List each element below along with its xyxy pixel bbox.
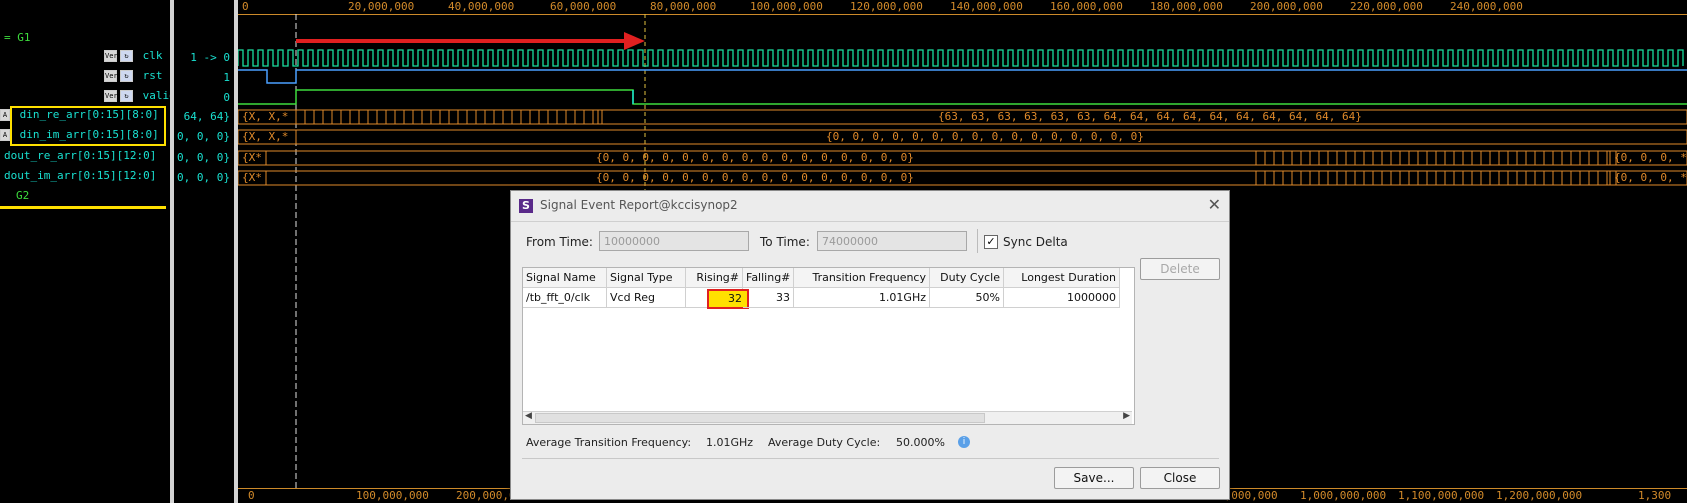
signal-name-pane: = G1 Ver ↻ clk Ver ↻ rst Ver ↻ valid A din_… — [0, 0, 176, 503]
verilog-icon: Ver — [104, 70, 118, 82]
register-icon: ↻ — [120, 50, 133, 62]
dout-re-start: {X* — [242, 151, 262, 164]
from-time-label: From Time: — [526, 235, 593, 249]
analog-icon: A — [0, 129, 10, 141]
signal-dout-im[interactable]: dout_im_arr[0:15][12:0] — [4, 169, 156, 187]
signal-clk-label: clk — [142, 49, 163, 62]
signal-dout-re[interactable]: dout_re_arr[0:15][12:0] — [4, 149, 156, 167]
value-valid: 0 — [223, 91, 230, 104]
close-icon[interactable]: ✕ — [1208, 195, 1221, 214]
sync-delta-checkbox[interactable]: ✓ — [984, 235, 998, 249]
close-button[interactable]: Close — [1140, 467, 1220, 489]
valid-wave — [238, 89, 1687, 105]
analog-icon: A — [0, 109, 10, 121]
from-time-input[interactable]: 10000000 — [599, 231, 749, 251]
signal-din-re-label: din_re_arr[0:15][8:0] — [19, 108, 159, 121]
group-g2[interactable]: G2 — [16, 189, 29, 207]
separator — [977, 229, 978, 253]
signal-value-pane: 1 -> 0 1 0 64, 64} 0, 0, 0} 0, 0, 0} 0, … — [174, 0, 234, 503]
col-longest-duration[interactable]: Longest Duration — [1004, 268, 1120, 288]
cell-signal-type[interactable]: Vcd Reg — [607, 288, 686, 308]
footer-divider — [522, 458, 1219, 459]
cell-duty-cycle[interactable]: 50% — [930, 288, 1004, 308]
col-signal-type[interactable]: Signal Type — [607, 268, 686, 288]
col-falling[interactable]: Falling# — [743, 268, 794, 288]
signal-din-re[interactable]: A din_re_arr[0:15][8:0] — [0, 108, 159, 126]
verilog-icon: Ver — [104, 90, 118, 102]
info-icon[interactable]: i — [958, 436, 970, 448]
scroll-left-icon[interactable]: ◀ — [525, 411, 532, 421]
dout-re-value: {0, 0, 0, 0, 0, 0, 0, 0, 0, 0, 0, 0, 0, … — [596, 151, 914, 164]
cell-signal-name[interactable]: /tb_fft_0/clk — [523, 288, 607, 308]
group-divider — [0, 206, 166, 209]
din-im-start: {X, X,* — [242, 130, 289, 143]
signal-dout-im-label: dout_im_arr[0:15][12:0] — [4, 169, 157, 182]
signal-event-report-dialog: S Signal Event Report@kccisynop2 ✕ From … — [510, 190, 1230, 500]
to-time-label: To Time: — [760, 235, 810, 249]
register-icon: ↻ — [120, 70, 133, 82]
cell-falling[interactable]: 33 — [743, 288, 794, 308]
avg-duty-value: 50.000% — [896, 436, 945, 449]
dialog-titlebar[interactable]: S Signal Event Report@kccisynop2 ✕ — [511, 191, 1229, 222]
avg-freq-label: Average Transition Frequency: — [526, 436, 692, 449]
din-re-value: {63, 63, 63, 63, 63, 63, 64, 64, 64, 64,… — [938, 110, 1362, 123]
value-clk: 1 -> 0 — [190, 51, 230, 64]
signal-clk[interactable]: Ver ↻ clk — [104, 49, 163, 67]
cell-longest-duration[interactable]: 1000000 — [1004, 288, 1120, 308]
sync-delta-label: Sync Delta — [1003, 235, 1068, 249]
value-rst: 1 — [223, 71, 230, 84]
rst-wave — [238, 69, 1687, 84]
app-logo-icon: S — [519, 199, 533, 213]
group-g1[interactable]: = G1 — [4, 31, 31, 49]
verilog-icon: Ver — [104, 50, 118, 62]
value-dout-re: 0, 0, 0} — [177, 151, 230, 164]
col-signal-name[interactable]: Signal Name — [523, 268, 607, 288]
group-g1-label: G1 — [17, 31, 31, 44]
col-duty-cycle[interactable]: Duty Cycle — [930, 268, 1004, 288]
col-transition-frequency[interactable]: Transition Frequency — [794, 268, 930, 288]
signal-din-im-label: din_im_arr[0:15][8:0] — [19, 128, 159, 141]
cell-rising[interactable]: 32 — [686, 288, 749, 309]
signal-din-im[interactable]: A din_im_arr[0:15][8:0] — [0, 128, 159, 146]
value-din-im: 0, 0, 0} — [177, 130, 230, 143]
signal-valid[interactable]: Ver ↻ valid — [104, 89, 176, 107]
dout-im-start: {X* — [242, 171, 262, 184]
to-time-input[interactable]: 74000000 — [817, 231, 967, 251]
din-re-start: {X, X,* — [242, 110, 289, 123]
signal-dout-re-label: dout_re_arr[0:15][12:0] — [4, 149, 157, 162]
dialog-title: Signal Event Report@kccisynop2 — [540, 198, 738, 212]
dout-im-tail: {0, 0, 0, * — [1614, 171, 1687, 184]
clk-wave — [238, 49, 1684, 67]
value-din-re: 64, 64} — [183, 110, 230, 123]
signal-rst-label: rst — [142, 69, 163, 82]
register-icon: ↻ — [120, 90, 133, 102]
avg-freq-value: 1.01GHz — [706, 436, 754, 449]
event-table: Signal Name Signal Type Rising# Falling#… — [522, 267, 1135, 425]
cell-transition-frequency[interactable]: 1.01GHz — [794, 288, 930, 308]
scroll-right-icon[interactable]: ▶ — [1123, 411, 1130, 421]
range-arrow-head — [624, 32, 645, 50]
dout-im-value: {0, 0, 0, 0, 0, 0, 0, 0, 0, 0, 0, 0, 0, … — [596, 171, 914, 184]
value-dout-im: 0, 0, 0} — [177, 171, 230, 184]
scrollbar-thumb[interactable] — [535, 413, 985, 423]
dout-re-tail: {0, 0, 0, * — [1614, 151, 1687, 164]
col-rising[interactable]: Rising# — [686, 268, 743, 288]
group-g2-label: G2 — [16, 189, 30, 202]
horizontal-scrollbar[interactable]: ◀ ▶ — [523, 411, 1132, 424]
signal-rst[interactable]: Ver ↻ rst — [104, 69, 163, 87]
delete-button[interactable]: Delete — [1140, 258, 1220, 280]
avg-duty-label: Average Duty Cycle: — [768, 436, 881, 449]
din-im-value: {0, 0, 0, 0, 0, 0, 0, 0, 0, 0, 0, 0, 0, … — [826, 130, 1144, 143]
save-button[interactable]: Save... — [1054, 467, 1134, 489]
